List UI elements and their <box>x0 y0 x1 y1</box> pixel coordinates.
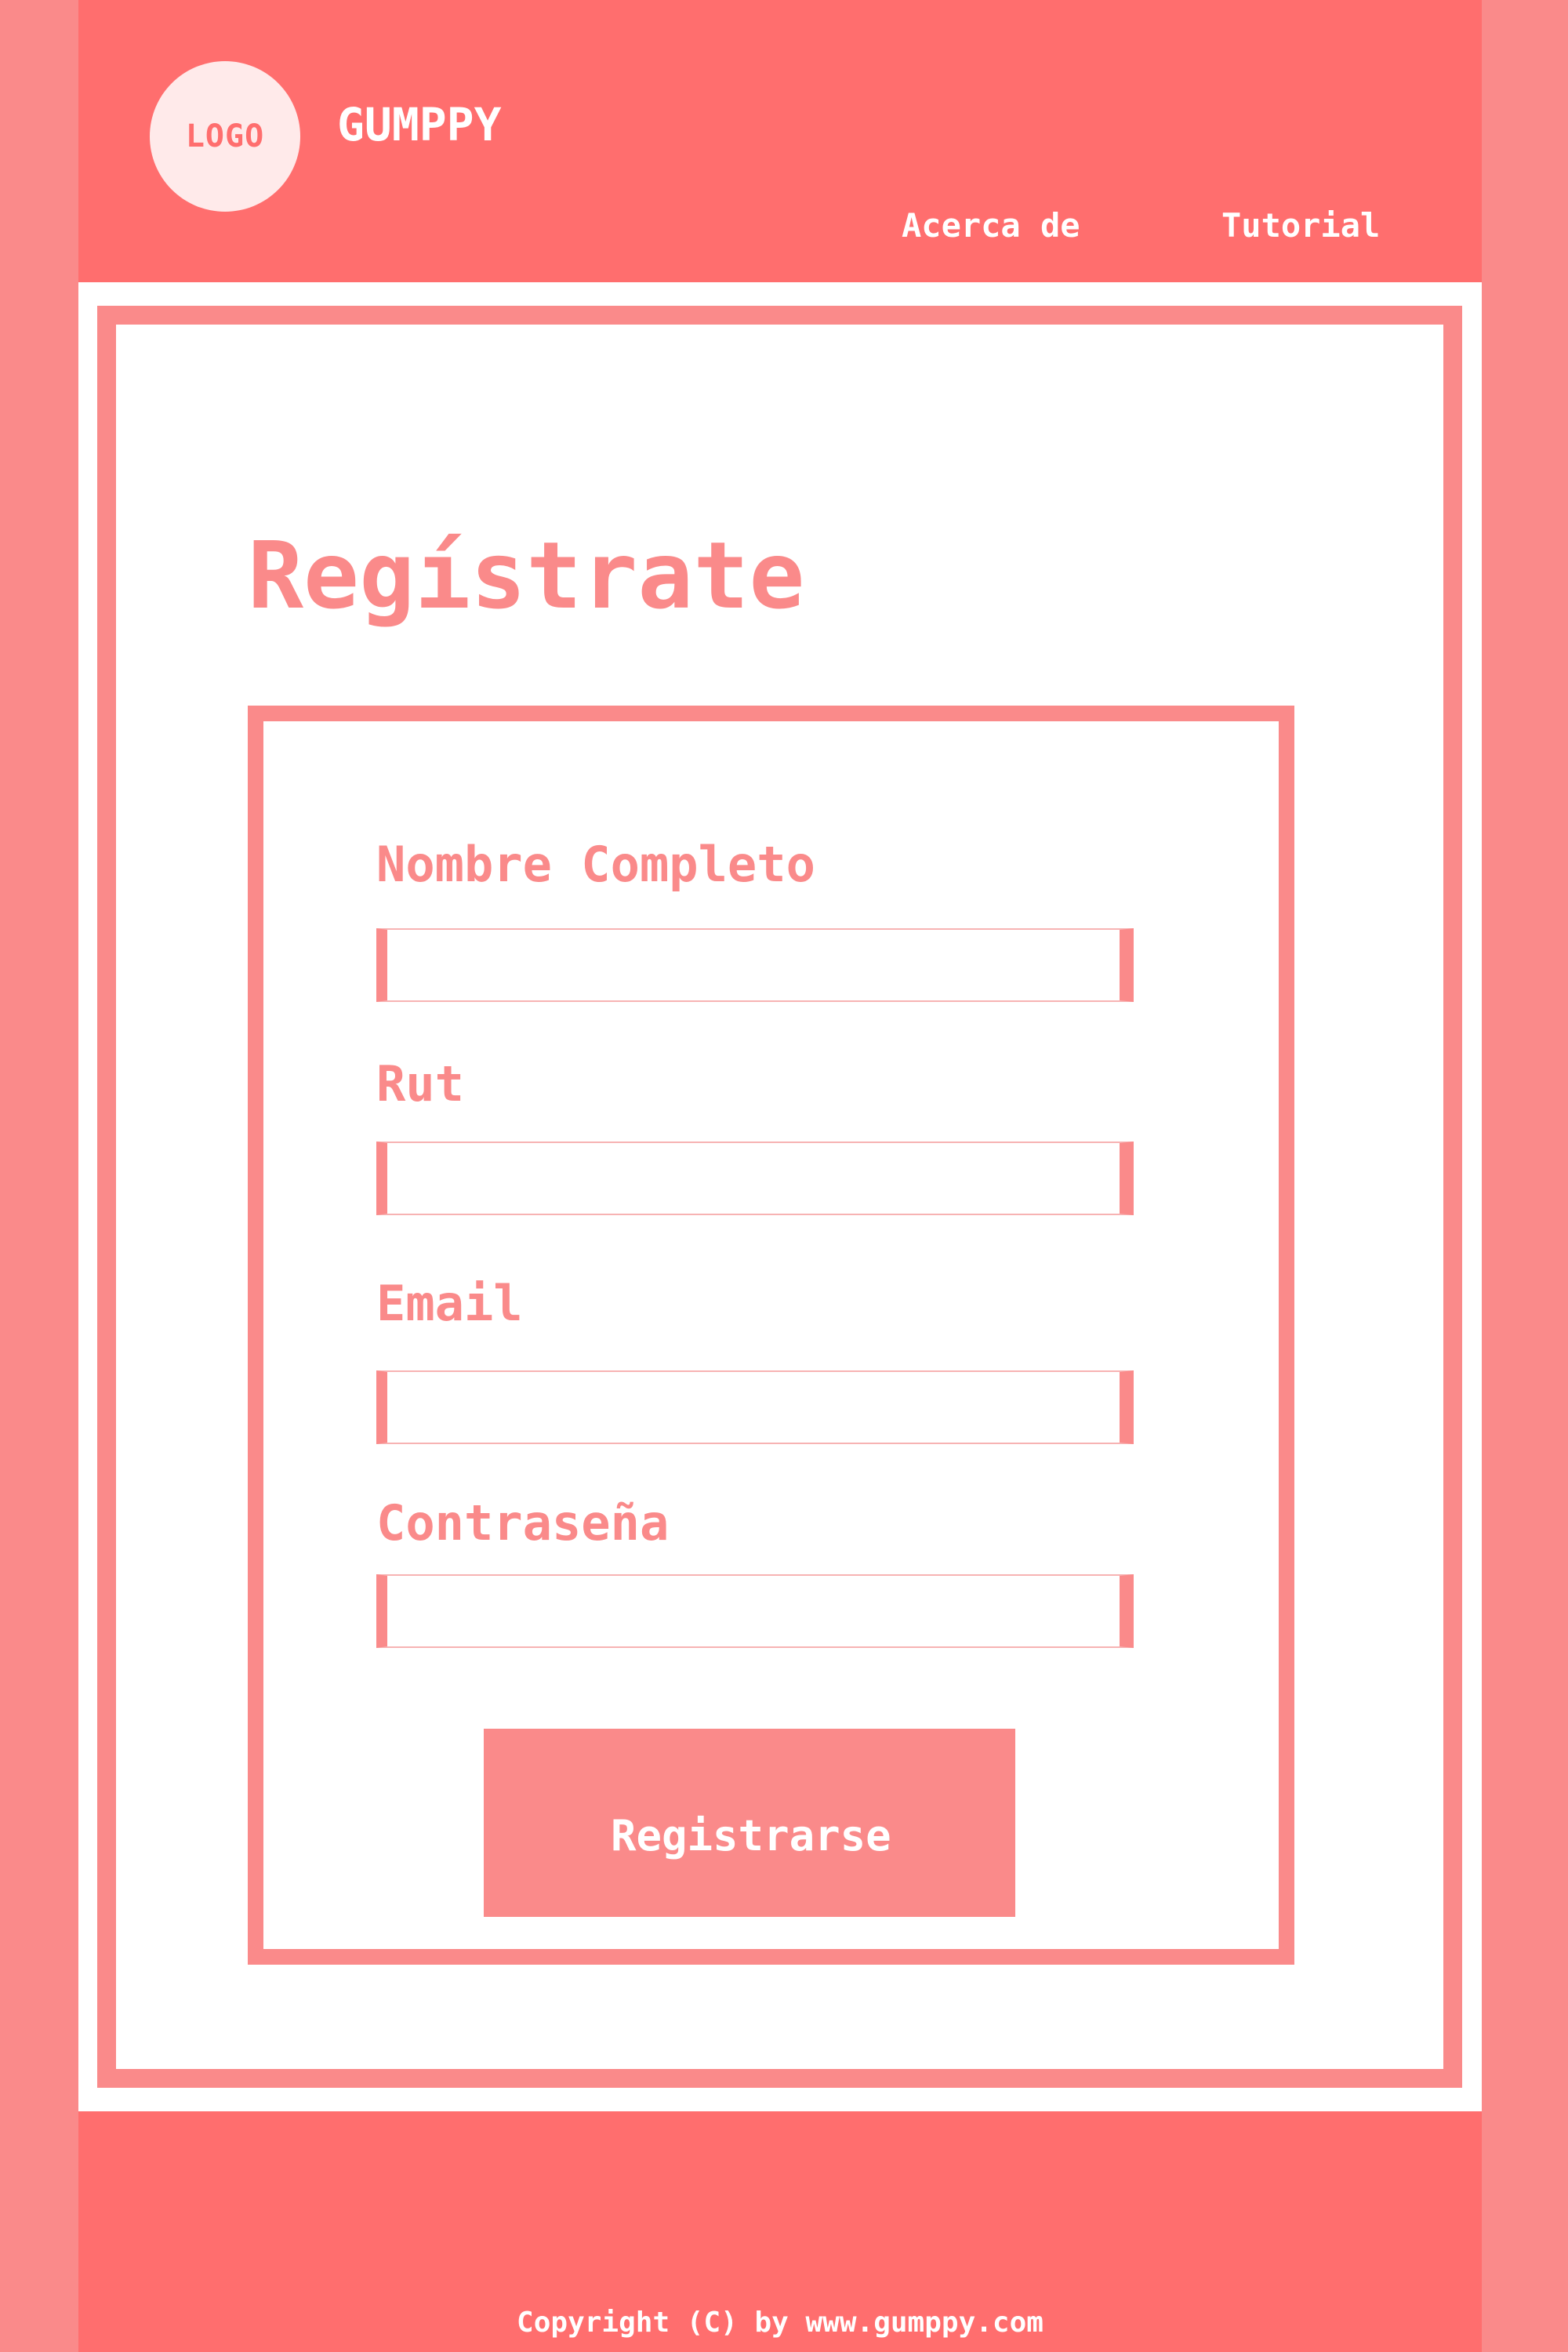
password-input[interactable] <box>376 1574 1134 1648</box>
register-button-label: Registrarse <box>611 1811 891 1860</box>
full-name-label: Nombre Completo <box>376 836 815 893</box>
page-title: Regístrate <box>248 521 805 630</box>
footer: Copyright (C) by www.gumppy.com <box>78 2111 1482 2352</box>
email-label: Email <box>376 1275 523 1332</box>
copyright-text: Copyright (C) by www.gumppy.com <box>517 2307 1044 2339</box>
logo[interactable]: LOGO <box>150 61 300 212</box>
rut-input[interactable] <box>376 1142 1134 1215</box>
nav-link-tutorial[interactable]: Tutorial <box>1221 209 1380 242</box>
full-name-input[interactable] <box>376 928 1134 1002</box>
rut-label: Rut <box>376 1055 464 1112</box>
logo-text: LOGO <box>185 118 265 154</box>
register-button[interactable]: Registrarse <box>484 1729 1015 1917</box>
main-content: Regístrate Nombre Completo Rut Email Con… <box>78 282 1482 2111</box>
password-label: Contraseña <box>376 1494 670 1552</box>
brand-name[interactable]: GUMPPY <box>337 102 502 147</box>
email-input[interactable] <box>376 1370 1134 1444</box>
header: LOGO GUMPPY Acerca de Tutorial <box>78 0 1482 282</box>
nav-link-about[interactable]: Acerca de <box>902 209 1080 242</box>
page: LOGO GUMPPY Acerca de Tutorial Regístrat… <box>78 0 1482 2352</box>
